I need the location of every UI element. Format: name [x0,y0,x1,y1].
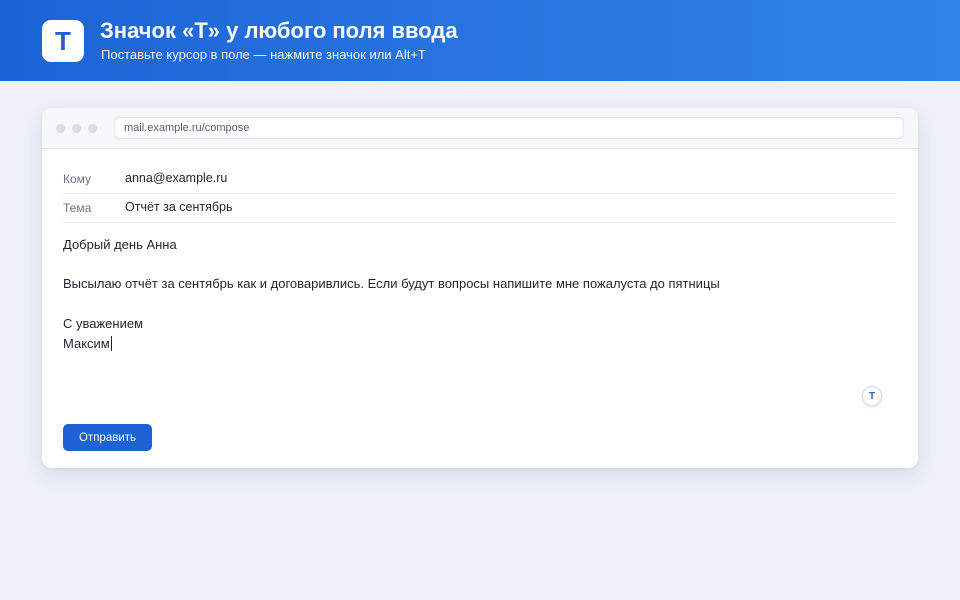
subject-input[interactable]: Отчёт за сентябрь [125,200,233,214]
logo-icon: T [42,20,84,62]
t-helper-icon[interactable]: T [862,386,882,406]
body-line-signature: Максим [63,336,112,351]
browser-window: mail.example.ru/compose Кому anna@exampl… [42,108,918,468]
page-title: Значок «T» у любого поля ввода [100,18,458,43]
to-label: Кому [63,172,92,186]
browser-toolbar: mail.example.ru/compose [42,108,918,149]
body-line-closing: С уважением [63,316,144,331]
subject-label: Тема [63,201,92,215]
body-line-greeting: Добрый день Анна [63,237,177,252]
send-button[interactable]: Отправить [63,424,152,451]
signature-text: Максим [63,336,110,351]
to-input[interactable]: anna@example.ru [125,171,227,185]
address-bar[interactable]: mail.example.ru/compose [114,117,904,139]
window-minimize-dot[interactable] [72,124,81,133]
window-close-dot[interactable] [56,124,65,133]
page-subtitle: Поставьте курсор в поле — нажмите значок… [101,47,426,62]
body-line-main: Высылаю отчёт за сентябрь как и договари… [63,276,720,291]
subject-field-row: Тема Отчёт за сентябрь [63,194,896,223]
to-field-row: Кому anna@example.ru [63,165,896,194]
text-cursor [110,336,112,351]
header-banner: T Значок «T» у любого поля ввода Поставь… [0,0,960,81]
window-maximize-dot[interactable] [88,124,97,133]
